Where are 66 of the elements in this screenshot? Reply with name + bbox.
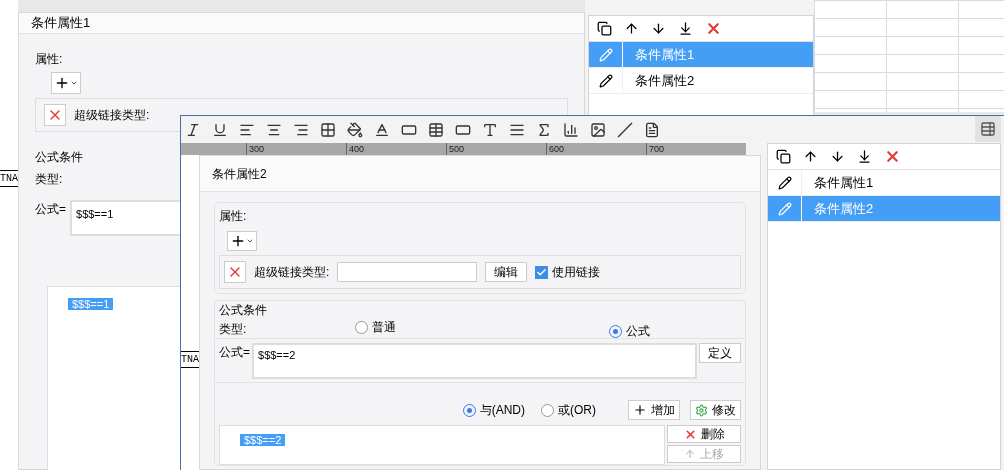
document-icon[interactable] xyxy=(644,121,660,138)
field-label: 公式= xyxy=(219,344,250,361)
move-down-icon[interactable] xyxy=(830,149,845,164)
checkbox[interactable] xyxy=(535,265,549,279)
delete-icon[interactable] xyxy=(884,148,901,165)
add-button[interactable]: 增加 xyxy=(628,400,680,420)
radio-label: 公式 xyxy=(626,323,650,340)
edit-button[interactable]: 编辑 xyxy=(485,262,528,282)
caret-icon xyxy=(246,237,254,245)
sheet-info-icon[interactable] xyxy=(975,116,1001,142)
pencil-icon xyxy=(777,175,792,190)
checkbox-label: 使用链接 xyxy=(552,264,601,281)
plus-icon xyxy=(633,403,647,417)
copy-icon[interactable] xyxy=(597,21,612,36)
delete-button[interactable]: 删除 xyxy=(667,425,741,443)
radio-label: 普通 xyxy=(372,319,396,336)
field-label: 超级链接类型: xyxy=(74,106,150,124)
remove-icon[interactable] xyxy=(224,261,246,283)
underline-icon[interactable] xyxy=(212,121,228,138)
field-label: 超级链接类型: xyxy=(254,264,330,281)
define-button[interactable]: 定义 xyxy=(699,343,741,363)
move-down-icon[interactable] xyxy=(651,21,666,36)
delete-icon xyxy=(683,427,697,441)
section-label: 属性: xyxy=(219,209,247,223)
section-label: 公式条件 xyxy=(35,148,83,166)
move-up-icon[interactable] xyxy=(803,149,818,164)
hyperlink-input[interactable] xyxy=(337,262,478,282)
pencil-icon xyxy=(777,201,792,216)
add-dropdown-button[interactable] xyxy=(51,71,81,94)
radio-button[interactable] xyxy=(355,320,368,334)
formula-icon[interactable] xyxy=(536,121,552,138)
section-label: 属性: xyxy=(35,50,64,68)
text-icon[interactable] xyxy=(482,121,498,138)
field-label: 公式= xyxy=(35,200,66,218)
field-label: 类型: xyxy=(35,170,63,188)
radio-button[interactable] xyxy=(609,324,622,338)
radio-label: 与(AND) xyxy=(479,402,525,419)
pencil-icon xyxy=(598,47,613,62)
border-icon[interactable] xyxy=(320,121,336,138)
move-up-icon[interactable] xyxy=(624,21,639,36)
radio-button[interactable] xyxy=(541,403,554,417)
move-bottom-icon[interactable] xyxy=(678,21,693,36)
image-icon[interactable] xyxy=(590,121,606,138)
font-color-icon[interactable] xyxy=(374,121,390,138)
dialog-title: 条件属性2 xyxy=(200,156,760,192)
paint-bucket-icon[interactable] xyxy=(347,121,363,138)
arrow-up-icon xyxy=(684,448,696,460)
field-label: 类型: xyxy=(219,320,248,338)
move-bottom-icon[interactable] xyxy=(857,149,872,164)
dialog-title: 条件属性1 xyxy=(19,13,584,34)
table-icon[interactable] xyxy=(428,121,444,138)
copy-icon[interactable] xyxy=(776,149,791,164)
section-label: 公式条件 xyxy=(218,302,268,319)
plus-icon xyxy=(230,233,246,249)
italic-icon[interactable] xyxy=(185,121,201,138)
bar-chart-icon[interactable] xyxy=(563,121,579,138)
radio-label: 或(OR) xyxy=(558,402,596,419)
add-dropdown-button[interactable] xyxy=(227,231,257,251)
condition-list-item[interactable]: 条件属性2 xyxy=(589,68,813,94)
modify-button[interactable]: 修改 xyxy=(690,400,741,420)
formula-field[interactable]: $$$==2 xyxy=(252,343,697,379)
radio-button[interactable] xyxy=(462,403,476,417)
pencil-icon xyxy=(598,73,613,88)
gear-icon xyxy=(695,403,708,417)
delete-icon[interactable] xyxy=(705,20,722,37)
remove-icon[interactable] xyxy=(44,103,66,126)
